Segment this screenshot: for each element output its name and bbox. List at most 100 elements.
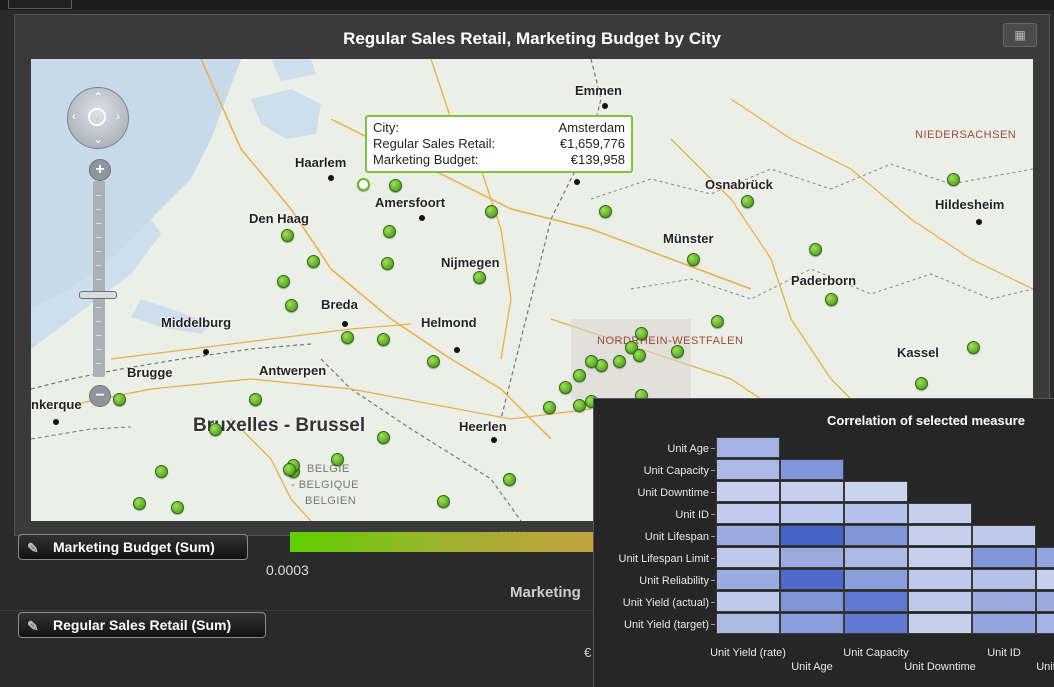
heatmap-cell[interactable] [908, 591, 972, 612]
marketing-budget-legend-button[interactable]: ✎ Marketing Budget (Sum) [18, 534, 248, 560]
pan-control-icon[interactable]: ⌃ ⌄ ‹ › [67, 87, 129, 149]
row-tick [711, 492, 715, 493]
city-dot [491, 437, 497, 443]
map-marker[interactable] [281, 229, 294, 242]
map-marker[interactable] [573, 369, 586, 382]
map-marker[interactable] [947, 173, 960, 186]
map-marker[interactable] [377, 431, 390, 444]
heatmap-cell[interactable] [844, 547, 908, 568]
row-tick [711, 448, 715, 449]
map-marker[interactable] [427, 355, 440, 368]
map-marker[interactable] [613, 355, 626, 368]
heatmap-cell[interactable] [844, 613, 908, 634]
map-marker[interactable] [825, 293, 838, 306]
region-label: - BELGIQUE [291, 479, 359, 491]
map-marker[interactable] [389, 179, 402, 192]
map-marker[interactable] [307, 255, 320, 268]
heatmap-cell[interactable] [780, 547, 844, 568]
heatmap-cell[interactable] [1036, 547, 1054, 568]
city-dot [328, 175, 334, 181]
zoom-slider-track[interactable] [93, 181, 105, 377]
map-marker[interactable] [377, 333, 390, 346]
map-marker[interactable] [283, 463, 296, 476]
plus-icon[interactable]: + [89, 159, 111, 181]
map-marker[interactable] [687, 253, 700, 266]
heatmap-cell[interactable] [844, 481, 908, 502]
map-marker[interactable] [967, 341, 980, 354]
map-marker[interactable] [671, 345, 684, 358]
top-strip [0, 0, 1054, 10]
heatmap-cell[interactable] [716, 613, 780, 634]
heatmap-cell[interactable] [716, 525, 780, 546]
heatmap-cell[interactable] [716, 459, 780, 480]
map-marker-selected[interactable] [357, 178, 370, 191]
map-marker[interactable] [559, 381, 572, 394]
heatmap-cell[interactable] [844, 569, 908, 590]
map-marker[interactable] [573, 399, 586, 412]
heatmap-cell[interactable] [844, 525, 908, 546]
map-marker[interactable] [437, 495, 450, 508]
map-marker[interactable] [113, 393, 126, 406]
map-marker[interactable] [209, 423, 222, 436]
heatmap-cell[interactable] [780, 481, 844, 502]
map-marker[interactable] [711, 315, 724, 328]
heatmap-cell[interactable] [844, 503, 908, 524]
map-marker[interactable] [741, 195, 754, 208]
map-marker[interactable] [171, 501, 184, 514]
heatmap-cell[interactable] [908, 525, 972, 546]
map-marker[interactable] [585, 355, 598, 368]
heatmap-cell[interactable] [780, 591, 844, 612]
map-marker[interactable] [543, 401, 556, 414]
heatmap-cell[interactable] [716, 591, 780, 612]
map-marker[interactable] [133, 497, 146, 510]
map-marker[interactable] [155, 465, 168, 478]
heatmap-cell[interactable] [716, 481, 780, 502]
map-marker[interactable] [599, 205, 612, 218]
grid-menu-icon[interactable]: ▦ [1003, 23, 1037, 47]
heatmap-cell[interactable] [844, 591, 908, 612]
heatmap-cell[interactable] [780, 459, 844, 480]
map-marker[interactable] [485, 205, 498, 218]
row-label: Unit Lifespan [644, 531, 709, 543]
ruler-icon: ✎ [27, 618, 39, 634]
map-marker[interactable] [285, 299, 298, 312]
map-marker[interactable] [915, 377, 928, 390]
map-marker[interactable] [383, 225, 396, 238]
heatmap-cell[interactable] [972, 525, 1036, 546]
minus-icon[interactable]: − [89, 385, 111, 407]
heatmap-cell[interactable] [908, 569, 972, 590]
heatmap-cell[interactable] [780, 503, 844, 524]
map-marker[interactable] [633, 349, 646, 362]
heatmap-cell[interactable] [780, 613, 844, 634]
heatmap-cell[interactable] [716, 569, 780, 590]
map-marker[interactable] [503, 473, 516, 486]
map-marker[interactable] [635, 327, 648, 340]
heatmap-cell[interactable] [972, 591, 1036, 612]
heatmap-cell[interactable] [716, 437, 780, 458]
heatmap-cell[interactable] [908, 503, 972, 524]
map-marker[interactable] [809, 243, 822, 256]
heatmap-cell[interactable] [972, 613, 1036, 634]
map-marker[interactable] [473, 271, 486, 284]
top-tab[interactable] [8, 0, 72, 9]
city-label: Heerlen [459, 419, 507, 434]
map-marker[interactable] [277, 275, 290, 288]
heatmap-cell[interactable] [908, 613, 972, 634]
map-marker[interactable] [341, 331, 354, 344]
zoom-slider-thumb[interactable] [79, 291, 117, 299]
heatmap-cell[interactable] [1036, 569, 1054, 590]
regular-sales-legend-button[interactable]: ✎ Regular Sales Retail (Sum) [18, 612, 266, 638]
heatmap-cell[interactable] [972, 569, 1036, 590]
heatmap-cell[interactable] [972, 547, 1036, 568]
region-label: NORDRHEIN-WESTFALEN [597, 335, 744, 347]
heatmap-cell[interactable] [1036, 613, 1054, 634]
heatmap-cell[interactable] [716, 547, 780, 568]
map-marker[interactable] [331, 453, 344, 466]
heatmap-cell[interactable] [716, 503, 780, 524]
heatmap-cell[interactable] [780, 525, 844, 546]
map-marker[interactable] [381, 257, 394, 270]
heatmap-cell[interactable] [780, 569, 844, 590]
heatmap-cell[interactable] [908, 547, 972, 568]
heatmap-cell[interactable] [1036, 591, 1054, 612]
map-marker[interactable] [249, 393, 262, 406]
